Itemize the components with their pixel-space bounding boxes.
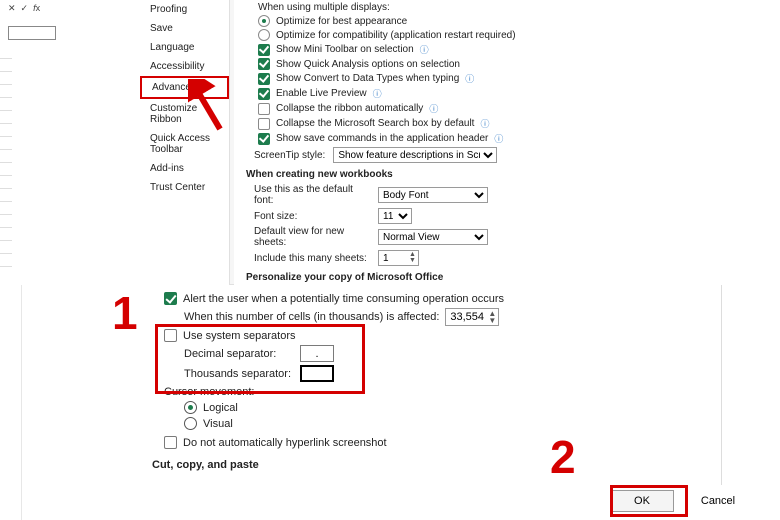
label-optimize-compat: Optimize for compatibility (application … — [276, 30, 516, 41]
label-alert-user: Alert the user when a potentially time c… — [183, 293, 504, 305]
sidebar-item-quick-access-toolbar[interactable]: Quick Access Toolbar — [140, 129, 229, 159]
label-quick-analysis: Show Quick Analysis options on selection — [276, 59, 460, 70]
check-convert-datatypes[interactable] — [258, 73, 270, 85]
info-icon: ⓘ — [420, 43, 429, 56]
heading-new-workbooks: When creating new workbooks — [246, 169, 764, 180]
label-save-commands: Show save commands in the application he… — [276, 133, 488, 144]
label-mini-toolbar: Show Mini Toolbar on selection — [276, 44, 414, 55]
dialog-button-bar: OK Cancel — [610, 490, 750, 512]
label-cells-affected: When this number of cells (in thousands)… — [184, 311, 439, 323]
formula-bar-snippet: ✕ ✓ fx — [8, 3, 40, 14]
input-thousands-separator[interactable] — [300, 365, 334, 382]
check-quick-analysis[interactable] — [258, 58, 270, 70]
select-font-size[interactable]: 11 — [378, 208, 412, 224]
label-sheet-count: Include this many sheets: — [254, 253, 370, 264]
label-collapse-search: Collapse the Microsoft Search box by def… — [276, 118, 474, 129]
sidebar-item-save[interactable]: Save — [140, 19, 229, 38]
label-default-view: Default view for new sheets: — [254, 226, 370, 248]
label-no-hyperlink-screenshot: Do not automatically hyperlink screensho… — [183, 437, 387, 449]
check-no-hyperlink-screenshot[interactable] — [164, 436, 177, 449]
heading-cut-copy-paste: Cut, copy, and paste — [152, 459, 754, 471]
label-logical: Logical — [203, 402, 238, 414]
sidebar-item-language[interactable]: Language — [140, 38, 229, 57]
sidebar-item-advanced[interactable]: Advanced — [140, 76, 229, 99]
chevron-up-down-icon[interactable]: ▲▼ — [488, 310, 496, 324]
label-thousands-separator: Thousands separator: — [184, 368, 294, 380]
radio-optimize-compat[interactable] — [258, 29, 270, 41]
options-general-main: When using multiple displays: Optimize f… — [234, 0, 774, 285]
sidebar-item-add-ins[interactable]: Add-ins — [140, 159, 229, 178]
chevron-up-icon[interactable]: ▲▼ — [409, 252, 416, 264]
cancel-button[interactable]: Cancel — [686, 490, 750, 512]
spreadsheet-peek-left: ✕ ✓ fx — [0, 0, 140, 285]
label-visual: Visual — [203, 418, 233, 430]
selected-cell — [8, 26, 56, 40]
input-decimal-separator[interactable] — [300, 345, 334, 362]
sheet-count-input[interactable] — [381, 252, 409, 265]
select-default-font[interactable]: Body Font — [378, 187, 488, 203]
annotation-number-1: 1 — [112, 286, 138, 340]
annotation-number-2: 2 — [550, 430, 576, 484]
label-live-preview: Enable Live Preview — [276, 88, 367, 99]
info-icon: ⓘ — [480, 117, 489, 130]
row-headers — [0, 46, 12, 267]
select-screentip-style[interactable]: Show feature descriptions in ScreenTips — [333, 147, 497, 163]
check-live-preview[interactable] — [258, 88, 270, 100]
radio-optimize-best[interactable] — [258, 15, 270, 27]
label-collapse-ribbon: Collapse the ribbon automatically — [276, 103, 423, 114]
sidebar-item-trust-center[interactable]: Trust Center — [140, 178, 229, 197]
ok-button[interactable]: OK — [610, 490, 674, 512]
select-default-view[interactable]: Normal View — [378, 229, 488, 245]
heading-personalize: Personalize your copy of Microsoft Offic… — [246, 272, 764, 283]
label-use-system-separators: Use system separators — [183, 330, 295, 342]
spinner-cells-affected[interactable]: ▲▼ — [445, 308, 499, 326]
spinner-sheet-count[interactable]: ▲▼ — [378, 250, 419, 266]
info-icon: ⓘ — [465, 72, 474, 85]
label-optimize-best: Optimize for best appearance — [276, 16, 407, 27]
check-alert-user[interactable] — [164, 292, 177, 305]
label-convert-datatypes: Show Convert to Data Types when typing — [276, 73, 459, 84]
info-icon: ⓘ — [373, 87, 382, 100]
dialog-border-right — [721, 285, 722, 485]
check-use-system-separators[interactable] — [164, 329, 177, 342]
sidebar-item-customize-ribbon[interactable]: Customize Ribbon — [140, 99, 229, 129]
label-decimal-separator: Decimal separator: — [184, 348, 294, 360]
check-collapse-search[interactable] — [258, 118, 270, 130]
options-sidebar: Proofing Save Language Accessibility Adv… — [140, 0, 230, 285]
check-collapse-ribbon[interactable] — [258, 103, 270, 115]
cells-affected-input[interactable] — [448, 310, 488, 324]
label-font-size: Font size: — [254, 211, 370, 222]
info-icon: ⓘ — [494, 132, 503, 145]
label-default-font: Use this as the default font: — [254, 184, 370, 206]
sidebar-item-accessibility[interactable]: Accessibility — [140, 57, 229, 76]
options-general-panel: ✕ ✓ fx Proofing Save Language Accessibil… — [0, 0, 780, 285]
radio-logical[interactable] — [184, 401, 197, 414]
check-save-commands[interactable] — [258, 133, 270, 145]
label-screentip: ScreenTip style: — [254, 150, 325, 161]
sidebar-sliver — [0, 285, 22, 520]
info-icon: ⓘ — [429, 102, 438, 115]
label-cursor-movement: Cursor movement: — [164, 386, 754, 398]
multi-display-heading: When using multiple displays: — [258, 2, 764, 13]
sidebar-item-proofing[interactable]: Proofing — [140, 0, 229, 19]
check-mini-toolbar[interactable] — [258, 44, 270, 56]
radio-visual[interactable] — [184, 417, 197, 430]
